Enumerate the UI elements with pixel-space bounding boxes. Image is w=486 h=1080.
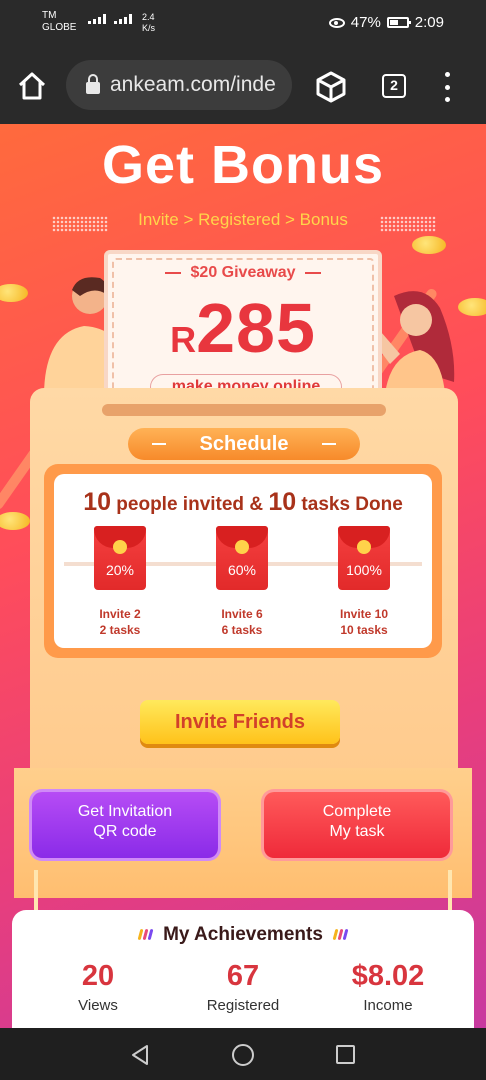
- bonus-machine: Schedule 10 people invited & 10 tasks Do…: [30, 388, 458, 828]
- achievements-card: My Achievements 20 Views 67 Registered $…: [12, 910, 474, 1028]
- url-text: ankeam.com/inde: [110, 73, 276, 96]
- signal-4g-icon: [114, 14, 132, 24]
- stat-label: Income: [363, 997, 413, 1014]
- url-bar[interactable]: ankeam.com/inde: [66, 60, 292, 110]
- network-speed: 2.4 K/s: [142, 12, 156, 33]
- home-icon[interactable]: [16, 70, 48, 102]
- invite-friends-button[interactable]: Invite Friends: [140, 700, 340, 744]
- invitation-qr-button[interactable]: Get Invitation QR code: [32, 792, 218, 858]
- milestone-percent: 60%: [227, 562, 257, 578]
- coin-icon: [0, 284, 28, 302]
- decor-bars-icon: [137, 924, 154, 946]
- home-nav-icon[interactable]: [232, 1044, 254, 1066]
- stat-label: Views: [78, 997, 118, 1014]
- milestone-label: Invite 2 2 tasks: [99, 607, 141, 637]
- tasks-count: 10: [268, 488, 297, 516]
- eye-comfort-icon: [328, 17, 345, 28]
- ar-cube-icon[interactable]: [314, 70, 348, 104]
- tab-switcher-button[interactable]: 2: [382, 74, 406, 98]
- stat-value: 67: [226, 960, 260, 992]
- complete-task-button[interactable]: Complete My task: [264, 792, 450, 858]
- battery-percent: 47%: [350, 14, 381, 31]
- ticket-slot: [102, 404, 386, 416]
- milestone-percent: 20%: [105, 562, 135, 578]
- schedule-header: Schedule: [128, 428, 360, 460]
- coin-icon: [412, 236, 446, 254]
- stat-value: $8.02: [351, 960, 425, 992]
- red-envelope-icon[interactable]: 100%: [338, 526, 390, 590]
- stat-value: 20: [81, 960, 115, 992]
- milestone-label: Invite 10 10 tasks: [339, 607, 389, 637]
- achievements-title: My Achievements: [163, 924, 323, 946]
- amount-value: 285: [196, 289, 316, 367]
- progress-headline: 10 people invited & 10 tasks Done: [83, 488, 403, 516]
- system-nav-bar: [0, 1028, 486, 1080]
- stat-registered: 67 Registered: [173, 960, 313, 1014]
- browser-toolbar: ankeam.com/inde 2: [0, 48, 486, 124]
- milestone-percent: 100%: [346, 562, 382, 578]
- back-icon[interactable]: [130, 1044, 150, 1066]
- lock-icon: [86, 74, 100, 94]
- decor-bars-icon: [332, 924, 349, 946]
- status-bar: TM GLOBE 2.4 K/s 47% 2:09: [0, 0, 486, 48]
- stat-label: Registered: [206, 997, 280, 1014]
- signal-icon: [88, 14, 106, 24]
- bonus-steps: Invite > Registered > Bonus: [138, 210, 348, 229]
- clock: 2:09: [414, 14, 444, 31]
- battery-icon: [386, 17, 411, 28]
- hanging-rope: [31, 870, 41, 920]
- stat-income: $8.02 Income: [318, 960, 458, 1014]
- hanging-rope: [445, 870, 455, 920]
- achievements-header: My Achievements: [12, 924, 474, 946]
- recent-apps-icon[interactable]: [336, 1045, 355, 1064]
- invited-count: 10: [83, 488, 112, 516]
- milestone-label: Invite 6 6 tasks: [221, 607, 263, 637]
- red-envelope-icon[interactable]: 60%: [216, 526, 268, 590]
- page-title: Get Bonus: [101, 135, 384, 195]
- progress-card: 10 people invited & 10 tasks Done 20% In…: [44, 464, 442, 658]
- carrier-name: TM GLOBE: [42, 10, 77, 33]
- coin-icon: [0, 512, 30, 530]
- red-envelope-icon[interactable]: 20%: [94, 526, 146, 590]
- giveaway-label: $20 Giveaway: [108, 264, 378, 282]
- currency-symbol: R: [170, 319, 197, 360]
- stat-views: 20 Views: [28, 960, 168, 1014]
- bonus-page: Get Bonus Invite > Registered > Bonus $2…: [0, 124, 486, 1028]
- bonus-amount: R285: [108, 288, 378, 368]
- overflow-menu-icon[interactable]: [440, 72, 454, 102]
